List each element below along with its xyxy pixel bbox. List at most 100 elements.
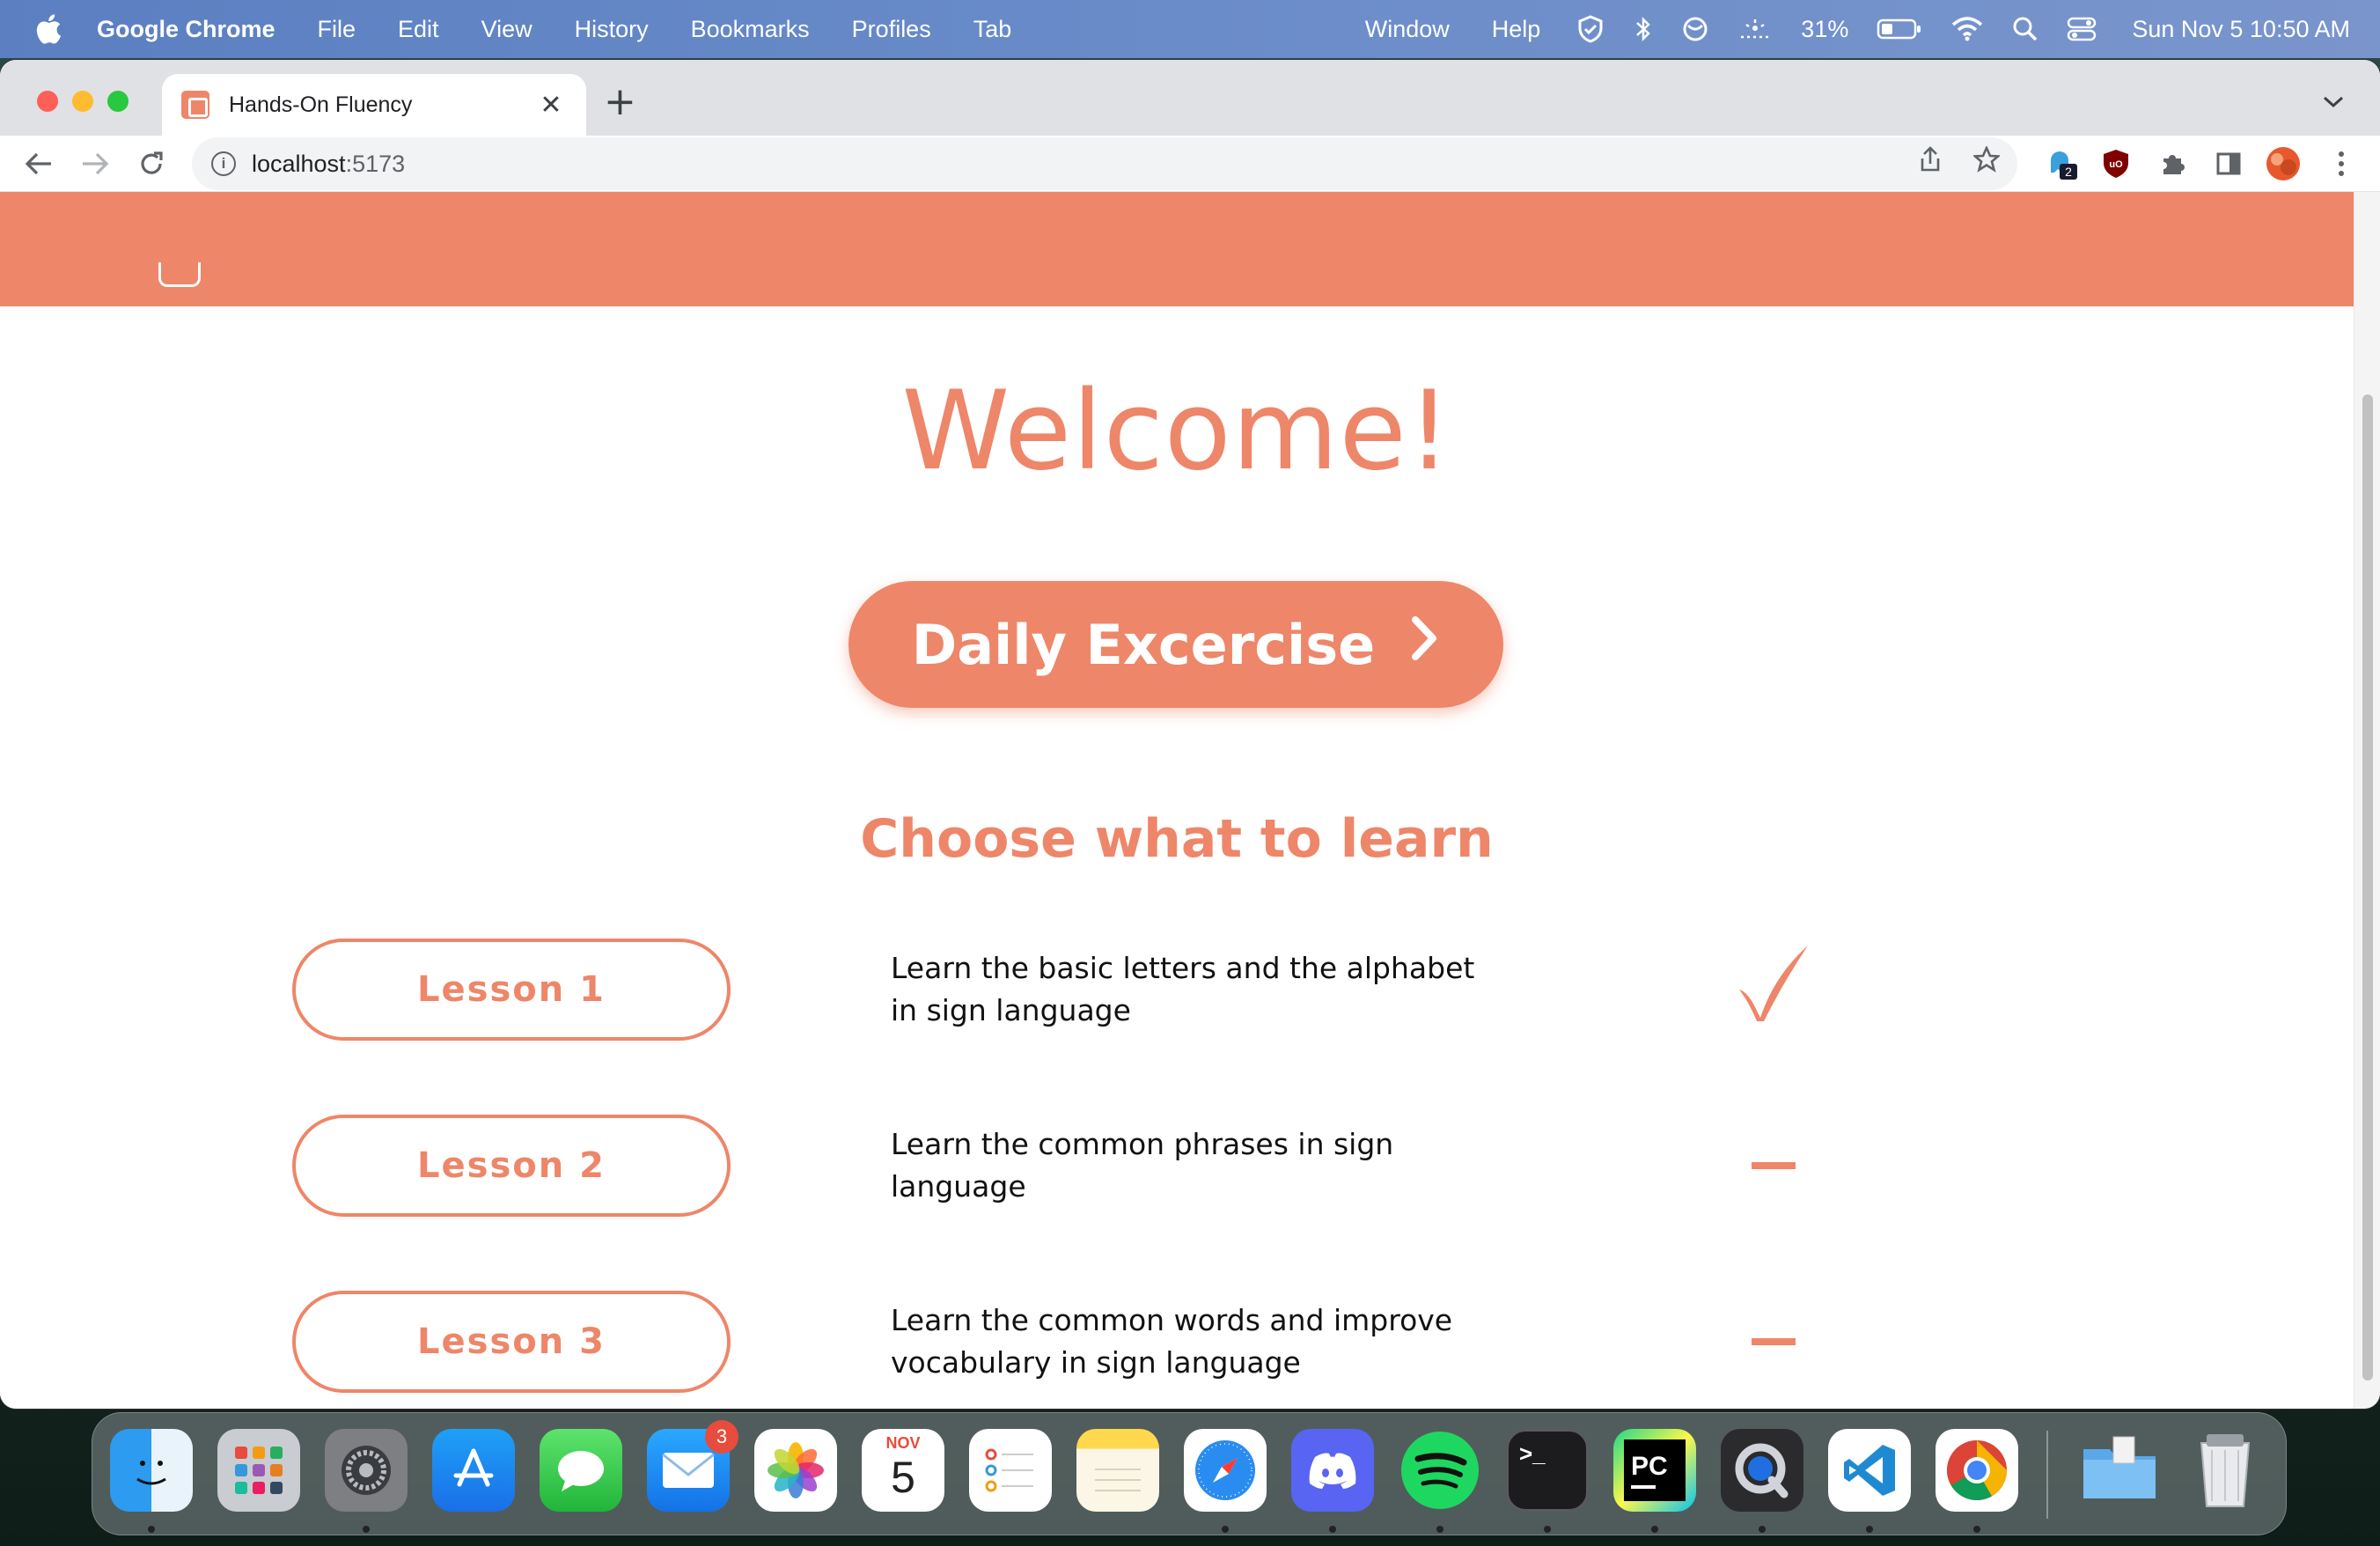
menu-help[interactable]: Help <box>1471 16 1562 43</box>
running-indicator <box>1759 1526 1766 1533</box>
scrollbar-thumb[interactable] <box>2362 394 2373 1380</box>
tab-title: Hands-On Fluency <box>229 92 413 117</box>
ublock-extension-icon[interactable]: uO <box>2097 144 2135 183</box>
browser-toolbar: i localhost:5173 2 uO <box>0 136 2380 192</box>
tab-hands-on-fluency[interactable]: Hands-On Fluency ✕ <box>162 74 586 136</box>
url-host: localhost <box>252 150 346 177</box>
battery-icon[interactable] <box>1862 18 1936 40</box>
running-indicator <box>148 1526 155 1533</box>
zoom-window-button[interactable] <box>107 91 129 112</box>
minimize-window-button[interactable] <box>72 91 93 112</box>
menu-view[interactable]: View <box>460 16 554 43</box>
chevron-right-icon <box>1408 614 1440 675</box>
ghostery-extension-icon[interactable]: 2 <box>2042 144 2081 183</box>
system-settings-icon[interactable] <box>325 1429 408 1512</box>
trash-icon[interactable] <box>2184 1429 2266 1512</box>
terminal-icon[interactable]: >_ <box>1506 1429 1589 1512</box>
lesson-2-description: Learn the common phrases in sign languag… <box>891 1127 1394 1204</box>
menu-app-name[interactable]: Google Chrome <box>97 16 297 43</box>
not-started-dash-icon <box>1752 1162 1796 1169</box>
chrome-icon[interactable] <box>1936 1429 2018 1512</box>
calendar-icon[interactable]: NOV 5 <box>862 1429 944 1512</box>
apple-menu-icon[interactable] <box>0 14 97 44</box>
address-bar[interactable]: i localhost:5173 <box>192 137 2017 190</box>
url-port: :5173 <box>345 150 406 177</box>
lesson-1-description: Learn the basic letters and the alphabet… <box>891 951 1475 1027</box>
battery-percent: 31% <box>1801 15 1849 42</box>
notes-icon[interactable] <box>1076 1429 1159 1512</box>
share-icon[interactable] <box>1919 146 1942 180</box>
discord-icon[interactable] <box>1291 1429 1374 1512</box>
page-scrollbar[interactable] <box>2354 192 2380 1409</box>
extensions-puzzle-icon[interactable] <box>2153 144 2192 183</box>
calendar-month: NOV <box>885 1434 921 1452</box>
extension-badge: 2 <box>2065 165 2072 179</box>
photos-icon[interactable] <box>754 1429 837 1512</box>
quicktime-icon[interactable] <box>1721 1429 1803 1512</box>
lesson-1-button[interactable]: Lesson 1 <box>292 939 731 1041</box>
tab-search-chevron-icon[interactable] <box>2322 86 2345 115</box>
menu-bookmarks[interactable]: Bookmarks <box>670 16 831 43</box>
running-indicator <box>1222 1526 1229 1533</box>
back-arrow-icon[interactable] <box>16 141 62 187</box>
pycharm-icon[interactable]: PC <box>1613 1429 1696 1512</box>
wifi-icon[interactable] <box>1936 16 1998 42</box>
profile-avatar[interactable] <box>2264 144 2303 183</box>
close-tab-icon[interactable]: ✕ <box>535 90 567 121</box>
running-indicator <box>1866 1526 1873 1533</box>
pycharm-underline <box>1631 1485 1656 1489</box>
vscode-icon[interactable] <box>1828 1429 1911 1512</box>
running-indicator <box>1651 1526 1658 1533</box>
running-indicator <box>363 1526 370 1533</box>
spotlight-search-icon[interactable] <box>1998 16 2053 42</box>
omnibox-actions <box>1919 144 2002 180</box>
menu-edit[interactable]: Edit <box>377 16 460 43</box>
dock-separator <box>2046 1431 2048 1519</box>
menu-window[interactable]: Window <box>1344 16 1471 43</box>
close-window-button[interactable] <box>37 91 58 112</box>
weather-icon[interactable] <box>1723 16 1787 42</box>
downloads-folder-icon[interactable] <box>2078 1429 2161 1512</box>
launchpad-icon[interactable] <box>217 1429 300 1512</box>
not-started-dash-icon <box>1752 1338 1796 1345</box>
tab-strip: Hands-On Fluency ✕ + <box>0 60 2380 136</box>
menu-tab[interactable]: Tab <box>952 16 1033 43</box>
lesson-3-button[interactable]: Lesson 3 <box>292 1291 731 1393</box>
pycharm-label: PC <box>1631 1452 1668 1481</box>
lesson-2-button[interactable]: Lesson 2 <box>292 1115 731 1217</box>
finder-icon[interactable] <box>110 1429 193 1512</box>
reminders-icon[interactable] <box>969 1429 1052 1512</box>
mail-icon[interactable]: 3 <box>647 1420 738 1512</box>
menu-profiles[interactable]: Profiles <box>831 16 952 43</box>
side-panel-icon[interactable] <box>2209 144 2248 183</box>
safari-icon[interactable] <box>1184 1429 1267 1512</box>
svg-text:uO: uO <box>2109 159 2123 170</box>
running-indicator <box>1329 1526 1336 1533</box>
menu-clock[interactable]: Sun Nov 5 10:50 AM <box>2111 16 2380 43</box>
running-indicator <box>1544 1526 1551 1533</box>
daily-exercise-button[interactable]: Daily Excercise <box>848 581 1503 708</box>
site-logo[interactable] <box>158 262 201 287</box>
menu-file[interactable]: File <box>297 16 378 43</box>
completed-check-icon <box>1734 937 1813 1042</box>
spotify-icon[interactable] <box>1399 1429 1481 1512</box>
site-info-icon[interactable]: i <box>211 151 236 176</box>
macos-menu-bar: Google Chrome File Edit View History Boo… <box>0 0 2380 58</box>
new-tab-icon[interactable]: + <box>604 79 636 124</box>
bluetooth-icon[interactable] <box>1620 14 1667 44</box>
reload-icon[interactable] <box>129 141 174 187</box>
mail-unread-badge: 3 <box>705 1420 738 1454</box>
macos-dock: 3 NOV 5 >_ PC <box>92 1412 2287 1535</box>
bookmark-star-icon[interactable] <box>1972 144 2002 180</box>
running-indicator <box>1436 1526 1443 1533</box>
messages-icon[interactable] <box>540 1429 622 1512</box>
app-store-icon[interactable] <box>432 1429 515 1512</box>
forward-arrow-icon[interactable] <box>72 141 118 187</box>
focus-icon[interactable] <box>1667 15 1723 43</box>
chrome-window: Hands-On Fluency ✕ + i localhost:5173 2… <box>0 60 2380 1409</box>
chrome-menu-icon[interactable] <box>2322 144 2361 183</box>
favicon-icon <box>181 91 209 119</box>
shield-icon[interactable] <box>1561 14 1620 44</box>
menu-history[interactable]: History <box>554 16 670 43</box>
control-center-icon[interactable] <box>2053 16 2111 42</box>
